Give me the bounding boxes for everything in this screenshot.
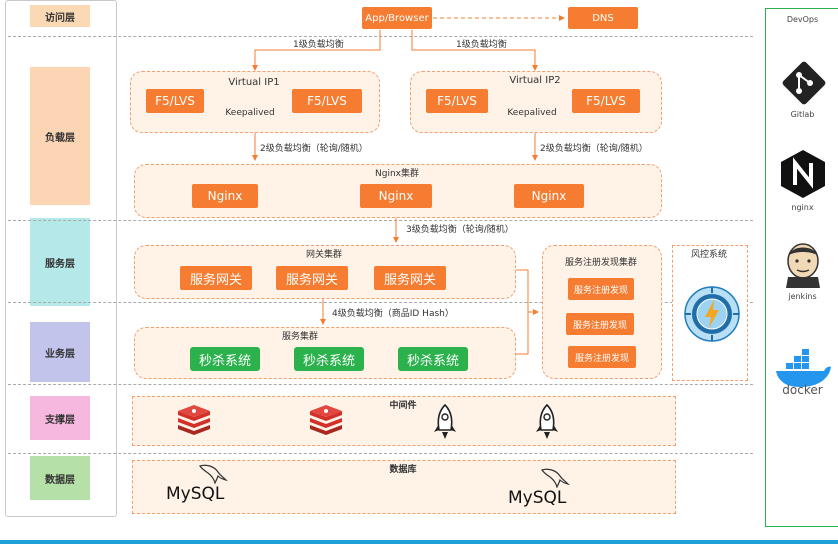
lb4-label: 4级负载均衡（商品ID Hash） bbox=[332, 309, 454, 319]
devops-panel: DevOps Gitlab nginx jenkins docker bbox=[765, 8, 838, 527]
gitlab-label: Gitlab bbox=[790, 110, 815, 119]
mysql-logo-text: MySQL bbox=[166, 484, 225, 504]
keepalived-label: Keepalived bbox=[225, 108, 275, 118]
registry-box: 服务注册发现 bbox=[568, 346, 636, 368]
nginx-box: Nginx bbox=[360, 184, 432, 208]
nginx-icon bbox=[781, 150, 825, 198]
redis-icon bbox=[178, 405, 210, 435]
docker-label: docker bbox=[782, 383, 823, 397]
registry-box: 服务注册发现 bbox=[566, 313, 634, 335]
seckill-box: 秒杀系统 bbox=[398, 347, 468, 371]
f5-lvs-box: F5/LVS bbox=[292, 89, 362, 113]
rocketmq-icon bbox=[536, 404, 558, 439]
nginx-label: nginx bbox=[791, 203, 814, 212]
mysql-dolphin-icon bbox=[199, 464, 228, 484]
jenkins-icon bbox=[786, 243, 820, 288]
keepalived-label: Keepalived bbox=[507, 108, 557, 118]
lb3-label: 3级负载均衡（轮询/随机） bbox=[406, 225, 514, 235]
nginx-cluster-title: Nginx集群 bbox=[375, 169, 419, 179]
service-cluster-title: 服务集群 bbox=[281, 332, 318, 342]
f5-lvs-box: F5/LVS bbox=[426, 89, 488, 113]
risk-control-title: 风控系统 bbox=[690, 250, 727, 260]
vip1-title: Virtual IP1 bbox=[228, 77, 280, 88]
mysql-logo-text: MySQL bbox=[508, 488, 567, 508]
jenkins-label: jenkins bbox=[788, 292, 817, 301]
devops-title: DevOps bbox=[786, 15, 819, 24]
lb2-left-label: 2级负载均衡（轮询/随机） bbox=[260, 144, 368, 154]
seckill-box: 秒杀系统 bbox=[294, 347, 364, 371]
redis-icon bbox=[310, 405, 342, 435]
lb2-right-label: 2级负载均衡（轮询/随机） bbox=[540, 144, 648, 154]
nginx-box: Nginx bbox=[192, 184, 258, 208]
nginx-box: Nginx bbox=[514, 184, 584, 208]
rocketmq-icon bbox=[434, 404, 456, 439]
lb1-left-label: 1级负载均衡 bbox=[293, 40, 344, 50]
vip2-title: Virtual IP2 bbox=[509, 75, 561, 86]
gateway-cluster-title: 网关集群 bbox=[305, 250, 342, 260]
seckill-box: 秒杀系统 bbox=[190, 347, 260, 371]
gitlab-icon bbox=[782, 61, 826, 105]
lb1-right-label: 1级负载均衡 bbox=[456, 40, 507, 50]
risk-control-icon bbox=[684, 286, 740, 342]
registry-box: 服务注册发现 bbox=[568, 278, 634, 300]
database-title: 数据库 bbox=[389, 465, 417, 475]
f5-lvs-box: F5/LVS bbox=[146, 89, 204, 113]
gateway-box: 服务网关 bbox=[374, 266, 446, 290]
registry-cluster-title: 服务注册发现集群 bbox=[564, 258, 637, 268]
gateway-box: 服务网关 bbox=[180, 266, 252, 290]
gateway-box: 服务网关 bbox=[276, 266, 348, 290]
mysql-dolphin-icon bbox=[541, 468, 570, 488]
middleware-title: 中间件 bbox=[389, 401, 417, 411]
f5-lvs-box: F5/LVS bbox=[572, 89, 640, 113]
